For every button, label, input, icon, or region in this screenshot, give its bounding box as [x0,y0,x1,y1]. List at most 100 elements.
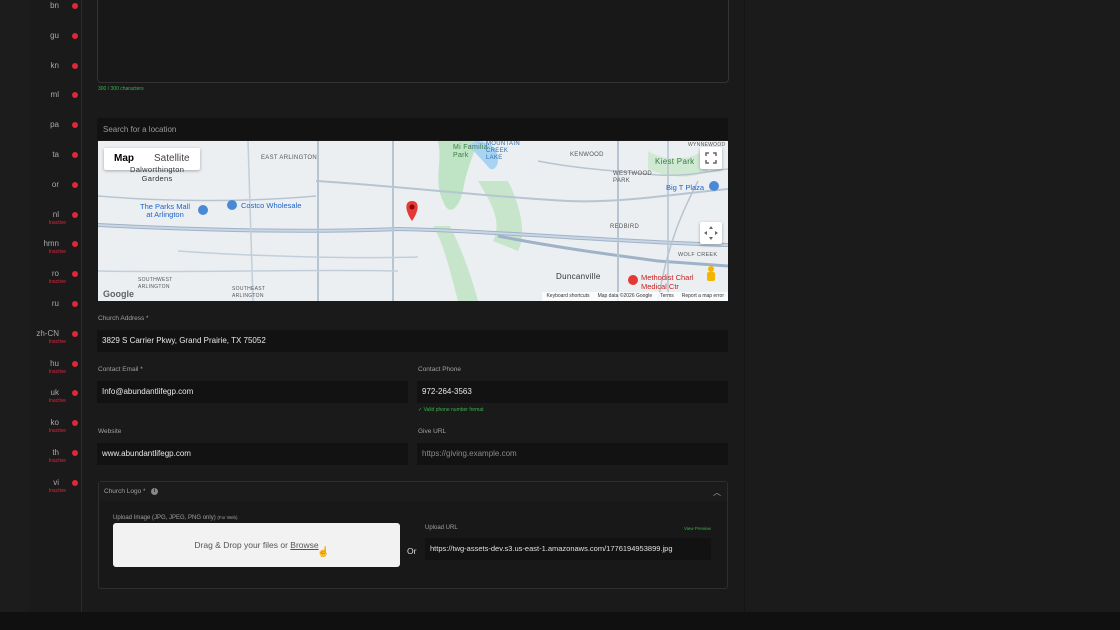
or-separator: Or [407,546,417,556]
view-preview-link[interactable]: View Preview [684,526,711,531]
contact-phone-input[interactable] [417,381,728,403]
map-view[interactable]: Map Satellite EAST ARLINGTON Mi Familia … [98,141,728,301]
language-item[interactable]: hu Inactive [30,359,81,381]
report-map-error-link[interactable]: Report a map error [682,292,724,301]
address-input[interactable] [97,330,728,352]
outer-left-margin [0,0,30,612]
language-code: bn [50,1,59,10]
label-big-t-plaza: Big T Plaza [666,183,705,192]
website-input[interactable] [97,443,408,465]
label-dalworthington: Dalworthington Gardens [130,165,185,183]
status-dot-icon [72,420,78,427]
language-code: zh-CN [36,328,59,338]
upload-image-hint: (For Web) [217,515,238,520]
info-icon[interactable]: i [151,488,158,495]
fullscreen-button[interactable] [700,147,722,169]
label-parks-mall: The Parks Mall at Arlington [140,202,191,219]
language-item[interactable]: bn [30,1,81,23]
camera-control-icon [704,226,718,240]
language-code: ko [50,418,59,428]
contact-phone-label: Contact Phone [418,366,462,373]
language-code: kn [50,60,59,70]
status-dot-icon [72,122,78,129]
status-dot-icon [72,390,78,397]
status-dot-icon [72,211,78,218]
status-dot-icon [72,152,78,158]
status-dot-icon [72,360,78,367]
description-textarea[interactable] [97,0,729,83]
status-dot-icon [72,479,78,486]
upload-image-label: Upload Image (JPG, JPEG, PNG only) (For … [113,515,238,521]
language-item[interactable]: ro Inactive [30,269,81,291]
language-item[interactable]: th Inactive [30,448,81,470]
language-item[interactable]: zh-CN Inactive [30,329,81,351]
label-wynnewood: WYNNEWOOD [688,142,726,148]
browse-link[interactable]: Browse [290,540,318,550]
status-dot-icon [72,241,78,248]
label-east-arlington: EAST ARLINGTON [261,155,317,161]
language-item[interactable]: pa [30,120,81,142]
bottom-bar [0,612,1120,630]
language-status: Inactive [48,368,66,375]
status-dot-icon [72,450,78,456]
language-item[interactable]: kn [30,61,81,83]
language-item[interactable]: ru [30,299,81,321]
website-label: Website [98,428,122,435]
status-dot-icon [72,181,78,188]
church-logo-panel: Church Logo * i ︿ Upload Image (JPG, JPE… [98,481,728,589]
label-redbird: REDBIRD [610,224,640,230]
char-count: 300 / 300 characters [98,86,144,92]
language-item[interactable]: or [30,180,81,202]
phone-valid-message: ✓ Valid phone number format [418,407,484,413]
chevron-up-icon[interactable]: ︿ [713,487,721,498]
language-item[interactable]: ta [30,150,81,172]
location-search-input[interactable] [97,118,728,140]
contact-email-label: Contact Email * [98,366,143,373]
language-item[interactable]: vi Inactive [30,478,81,500]
file-dropzone[interactable]: Drag & Drop your files or Browse [113,523,400,567]
street-view-pegman-icon[interactable] [705,265,717,285]
language-item[interactable]: ko Inactive [30,418,81,440]
language-code: ru [51,299,59,308]
label-wolf-creek: WOLF CREEK [678,252,718,258]
label-mountain-creek-lake: MOUNTAIN CREEK LAKE [486,141,520,161]
fullscreen-icon [705,152,717,164]
status-dot-icon [72,330,78,337]
status-dot-icon [72,301,78,307]
give-url-input[interactable] [417,443,728,465]
right-pane [745,0,1120,630]
language-status: Inactive [48,279,66,286]
contact-email-input[interactable] [97,381,408,403]
language-item[interactable]: gu [30,31,81,53]
google-logo: Google [103,289,134,299]
label-kenwood: KENWOOD [570,152,604,158]
church-logo-title: Church Logo * [104,488,146,495]
language-status: Inactive [48,338,66,345]
language-status: Inactive [48,249,66,256]
language-item[interactable]: uk Inactive [30,388,81,410]
status-dot-icon [72,92,78,99]
address-label: Church Address * [98,315,149,322]
label-westwood-park: WESTWOOD PARK [613,171,653,184]
status-dot-icon [72,32,78,39]
status-dot-icon [72,62,78,69]
map-footer: Keyboard shortcuts Map data ©2026 Google… [542,292,728,301]
language-status: Inactive [48,398,66,405]
language-code: th [52,448,59,457]
hand-cursor-icon: ☝ [317,547,330,558]
church-logo-header[interactable]: Church Logo * i ︿ [99,482,727,501]
label-southeast-arlington: SOUTHEAST ARLINGTON [232,286,266,299]
label-methodist: Methodist Charl Medical Ctr [641,273,694,291]
language-status: Inactive [48,487,66,494]
language-code: pa [50,120,59,130]
upload-url-input[interactable]: https://twg-assets-dev.s3.us-east-1.amaz… [425,538,711,560]
language-item[interactable]: ml [30,90,81,112]
language-item[interactable]: nl Inactive [30,210,81,232]
language-item[interactable]: hmn Inactive [30,239,81,261]
status-dot-icon [72,3,78,9]
keyboard-shortcuts-link[interactable]: Keyboard shortcuts [546,292,589,301]
camera-control-button[interactable] [700,222,722,244]
upload-image-label-text: Upload Image (JPG, JPEG, PNG only) [113,515,216,521]
language-code: ro [51,269,59,279]
terms-link[interactable]: Terms [660,292,674,301]
